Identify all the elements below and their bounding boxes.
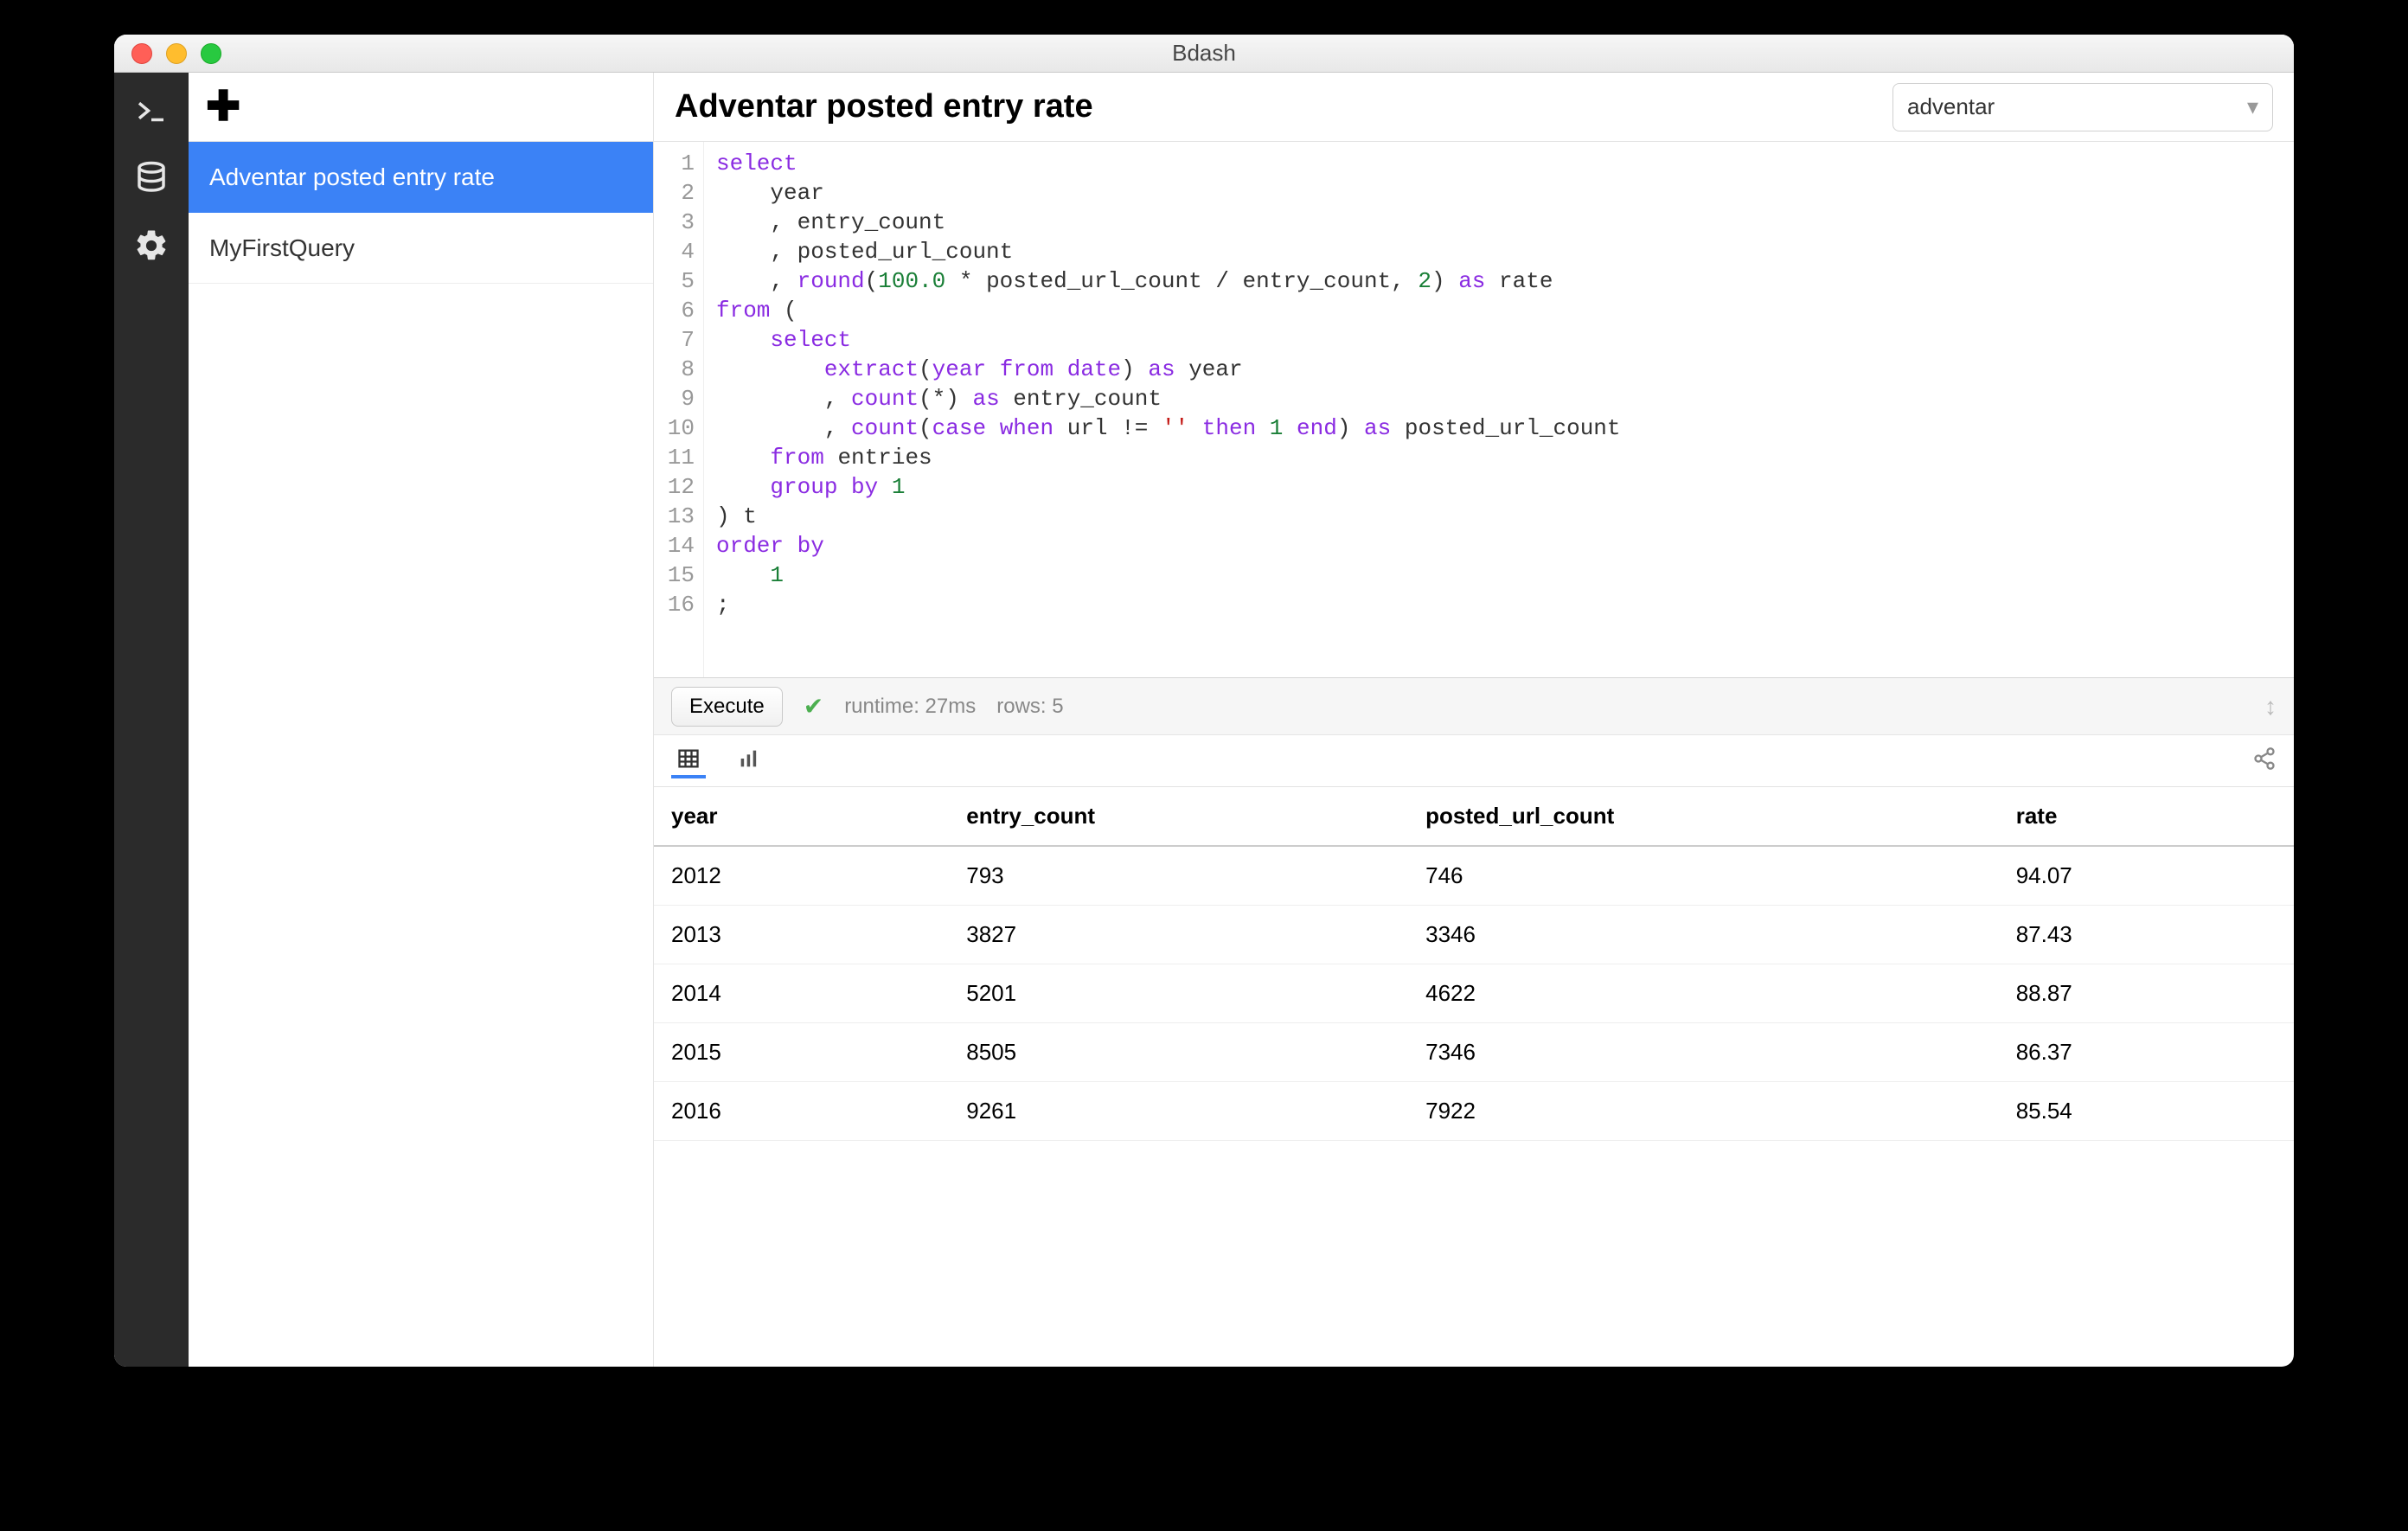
- table-cell: 793: [949, 846, 1408, 906]
- table-row: 20169261792285.54: [654, 1082, 2294, 1141]
- app-body: ✚ Adventar posted entry rate MyFirstQuery…: [114, 73, 2294, 1367]
- table-cell: 2016: [654, 1082, 949, 1141]
- table-cell: 746: [1408, 846, 1999, 906]
- runtime-label: runtime: 27ms: [844, 695, 976, 719]
- sidebar-header: ✚: [189, 73, 653, 142]
- titlebar: Bdash: [114, 35, 2294, 73]
- table-cell: 85.54: [1999, 1082, 2294, 1141]
- window-title: Bdash: [114, 40, 2294, 67]
- sidebar-item-label: MyFirstQuery: [209, 234, 355, 262]
- table-cell: 7346: [1408, 1023, 1999, 1082]
- sidebar-item-query[interactable]: MyFirstQuery: [189, 213, 653, 284]
- minimize-window-button[interactable]: [166, 43, 187, 64]
- column-header[interactable]: rate: [1999, 787, 2294, 846]
- table-cell: 3827: [949, 906, 1408, 964]
- new-query-button[interactable]: ✚: [206, 86, 240, 128]
- results-pane: yearentry_countposted_url_countrate 2012…: [654, 787, 2294, 1367]
- column-header[interactable]: posted_url_count: [1408, 787, 1999, 846]
- sql-editor[interactable]: 12345678910111213141516 select year , en…: [654, 142, 2294, 678]
- table-view-tab[interactable]: [671, 744, 706, 778]
- run-toolbar: Execute ✔ runtime: 27ms rows: 5 ↕: [654, 678, 2294, 735]
- rows-label: rows: 5: [996, 695, 1063, 719]
- column-header[interactable]: year: [654, 787, 949, 846]
- terminal-icon[interactable]: [131, 90, 172, 131]
- query-list: Adventar posted entry rate MyFirstQuery: [189, 142, 653, 284]
- table-row: 201279374694.07: [654, 846, 2294, 906]
- datasource-select[interactable]: adventar ▾: [1892, 83, 2273, 131]
- table-cell: 2012: [654, 846, 949, 906]
- table-body: 201279374694.0720133827334687.4320145201…: [654, 846, 2294, 1141]
- table-cell: 86.37: [1999, 1023, 2294, 1082]
- gear-icon[interactable]: [131, 225, 172, 266]
- table-cell: 3346: [1408, 906, 1999, 964]
- table-cell: 8505: [949, 1023, 1408, 1082]
- table-cell: 88.87: [1999, 964, 2294, 1023]
- table-row: 20158505734686.37: [654, 1023, 2294, 1082]
- main-pane: Adventar posted entry rate adventar ▾ 12…: [654, 73, 2294, 1367]
- result-tabs: [654, 735, 2294, 787]
- app-window: Bdash ✚: [114, 35, 2294, 1367]
- editor-code[interactable]: select year , entry_count , posted_url_c…: [704, 142, 1633, 677]
- zoom-window-button[interactable]: [201, 43, 221, 64]
- database-icon[interactable]: [131, 157, 172, 199]
- sidebar-item-query[interactable]: Adventar posted entry rate: [189, 142, 653, 213]
- table-cell: 87.43: [1999, 906, 2294, 964]
- table-cell: 2015: [654, 1023, 949, 1082]
- close-window-button[interactable]: [131, 43, 152, 64]
- datasource-selected-label: adventar: [1907, 93, 1995, 120]
- main-header: Adventar posted entry rate adventar ▾: [654, 73, 2294, 142]
- resize-handle-icon[interactable]: ↕: [2264, 693, 2277, 721]
- table-row: 20145201462288.87: [654, 964, 2294, 1023]
- table-cell: 2013: [654, 906, 949, 964]
- table-cell: 94.07: [1999, 846, 2294, 906]
- query-title: Adventar posted entry rate: [675, 88, 1875, 125]
- table-row: 20133827334687.43: [654, 906, 2294, 964]
- chevron-down-icon: ▾: [2247, 93, 2258, 120]
- editor-gutter: 12345678910111213141516: [654, 142, 704, 677]
- traffic-lights: [114, 43, 221, 64]
- nav-rail: [114, 73, 189, 1367]
- table-cell: 9261: [949, 1082, 1408, 1141]
- table-cell: 4622: [1408, 964, 1999, 1023]
- column-header[interactable]: entry_count: [949, 787, 1408, 846]
- results-table: yearentry_countposted_url_countrate 2012…: [654, 787, 2294, 1141]
- table-cell: 7922: [1408, 1082, 1999, 1141]
- success-check-icon: ✔: [804, 692, 823, 721]
- share-icon[interactable]: [2252, 746, 2277, 775]
- chart-view-tab[interactable]: [732, 744, 766, 778]
- table-cell: 2014: [654, 964, 949, 1023]
- execute-button[interactable]: Execute: [671, 687, 783, 727]
- table-header-row: yearentry_countposted_url_countrate: [654, 787, 2294, 846]
- sidebar-item-label: Adventar posted entry rate: [209, 163, 495, 191]
- query-sidebar: ✚ Adventar posted entry rate MyFirstQuery: [189, 73, 654, 1367]
- table-cell: 5201: [949, 964, 1408, 1023]
